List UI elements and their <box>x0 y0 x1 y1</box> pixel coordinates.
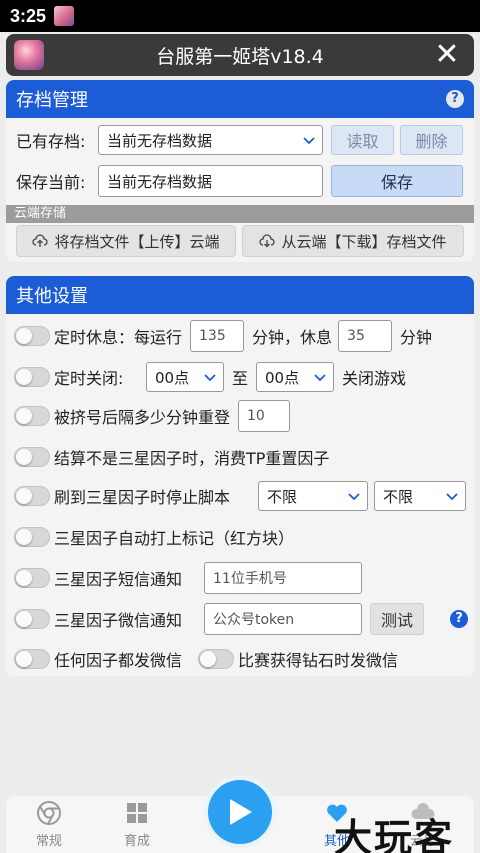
status-bar: 3:25 <box>0 0 480 32</box>
upload-cloud-label: 将存档文件【上传】云端 <box>54 232 220 251</box>
app-title: 台服第一姬塔v18.4 <box>156 45 324 68</box>
close-from-value: 00点 <box>155 368 190 387</box>
wechat-token-input[interactable]: 公众号token <box>204 603 362 635</box>
existing-archive-label: 已有存档: <box>16 132 86 151</box>
start-play-button[interactable] <box>208 780 272 844</box>
wechat-notify-toggle[interactable] <box>14 609 50 629</box>
stop-script-toggle[interactable] <box>14 486 50 506</box>
title-bar: 台服第一姬塔v18.4 ✕ <box>6 34 474 76</box>
other-settings-header: 其他设置 <box>6 276 474 314</box>
close-to-label: 至 <box>232 369 249 388</box>
chevron-down-icon <box>204 374 216 382</box>
sms-notify-label: 三星因子短信通知 <box>54 570 183 589</box>
sms-notify-row: 三星因子短信通知 11位手机号 <box>14 562 362 594</box>
phone-number-input[interactable]: 11位手机号 <box>204 562 362 594</box>
relogin-row: 被挤号后隔多少分钟重登 10 <box>14 400 291 432</box>
play-icon <box>230 799 252 825</box>
wechat-notify-label: 三星因子微信通知 <box>54 611 183 630</box>
save-name-input[interactable]: 当前无存档数据 <box>98 165 323 197</box>
delete-button[interactable]: 删除 <box>400 125 463 155</box>
diamond-toggle[interactable] <box>198 649 234 669</box>
cloud-upload-icon <box>32 234 49 247</box>
wechat-notify-row: 三星因子微信通知 公众号token 测试 ? <box>14 603 468 635</box>
timed-close-toggle[interactable] <box>14 367 50 387</box>
close-to-select[interactable]: 00点 <box>256 362 335 392</box>
test-button[interactable]: 测试 <box>370 603 424 635</box>
close-to-value: 00点 <box>265 368 300 387</box>
archive-header: 存档管理 ? <box>6 80 474 118</box>
existing-archive-value: 当前无存档数据 <box>107 131 213 150</box>
stop-option-1-select[interactable]: 不限 <box>258 481 368 511</box>
save-current-row: 保存当前: 当前无存档数据 保存 <box>16 165 463 197</box>
save-current-label: 保存当前: <box>16 173 86 192</box>
chevron-down-icon <box>446 493 458 501</box>
stop-script-row: 刷到三星因子时停止脚本 不限 不限 <box>14 481 466 511</box>
sms-notify-toggle[interactable] <box>14 568 50 588</box>
nav-label-training: 育成 <box>123 834 150 849</box>
app-window: 台服第一姬塔v18.4 ✕ 存档管理 ? 已有存档: 当前无存档数据 读取 删除… <box>0 32 480 853</box>
auto-mark-label: 三星因子自动打上标记（红方块） <box>54 529 295 548</box>
grid-icon <box>127 803 147 823</box>
nav-label-general: 常规 <box>35 834 62 849</box>
download-cloud-button[interactable]: 从云端【下载】存档文件 <box>242 225 464 257</box>
upload-cloud-button[interactable]: 将存档文件【上传】云端 <box>16 225 236 257</box>
existing-archive-row: 已有存档: 当前无存档数据 读取 删除 <box>16 125 463 155</box>
cloud-download-icon <box>259 234 276 248</box>
stop-option-2-select[interactable]: 不限 <box>374 481 466 511</box>
other-settings-title: 其他设置 <box>16 286 88 307</box>
auto-mark-toggle[interactable] <box>14 527 50 547</box>
app-avatar-icon <box>14 40 44 70</box>
stop-script-label: 刷到三星因子时停止脚本 <box>54 488 231 507</box>
read-button[interactable]: 读取 <box>331 125 394 155</box>
relogin-label: 被挤号后隔多少分钟重登 <box>54 408 231 427</box>
rest-label: 定时休息：每运行 <box>54 328 183 347</box>
archive-card: 存档管理 ? 已有存档: 当前无存档数据 读取 删除 保存当前: 当前无存档数据… <box>6 80 474 262</box>
existing-archive-select[interactable]: 当前无存档数据 <box>98 125 323 155</box>
reset-factor-row: 结算不是三星因子时，消费TP重置因子 <box>14 442 329 472</box>
close-icon[interactable]: ✕ <box>430 38 464 72</box>
timed-close-row: 定时关闭: 00点 至 00点 关闭游戏 <box>14 362 406 392</box>
relogin-minutes-input[interactable]: 10 <box>238 400 291 432</box>
other-settings-card: 其他设置 定时休息：每运行 135 分钟，休息 35 分钟 定时关闭: 00点 … <box>6 276 474 676</box>
notification-avatar-icon <box>54 6 75 26</box>
download-cloud-label: 从云端【下载】存档文件 <box>281 232 447 251</box>
timed-close-label: 定时关闭: <box>54 369 124 388</box>
relogin-toggle[interactable] <box>14 406 50 426</box>
archive-header-title: 存档管理 <box>16 90 88 111</box>
nav-item-training[interactable]: 育成 <box>102 800 172 849</box>
run-minutes-input[interactable]: 135 <box>190 320 245 352</box>
any-factor-toggle[interactable] <box>14 649 50 669</box>
diamond-label: 比赛获得钻石时发微信 <box>238 651 399 670</box>
close-suffix-label: 关闭游戏 <box>342 369 407 388</box>
status-time: 3:25 <box>10 5 47 26</box>
watermark-logo: 大玩客 <box>334 816 455 853</box>
cloud-storage-strip: 云端存储 <box>6 205 474 223</box>
chevron-down-icon <box>314 374 326 382</box>
reset-factor-label: 结算不是三星因子时，消费TP重置因子 <box>54 449 330 468</box>
chevron-down-icon <box>348 493 360 501</box>
rest-unit-label: 分钟 <box>400 328 433 347</box>
auto-mark-row: 三星因子自动打上标记（红方块） <box>14 522 294 552</box>
rest-toggle[interactable] <box>14 326 50 346</box>
rest-mid-label: 分钟，休息 <box>252 328 333 347</box>
nav-item-general[interactable]: 常规 <box>14 800 84 849</box>
rest-minutes-input[interactable]: 35 <box>338 320 393 352</box>
chevron-down-icon <box>303 137 315 145</box>
any-factor-label: 任何因子都发微信 <box>54 651 183 670</box>
save-button[interactable]: 保存 <box>331 165 463 197</box>
any-factor-row: 任何因子都发微信 比赛获得钻石时发微信 <box>14 644 398 674</box>
stop-option-2-value: 不限 <box>383 487 414 506</box>
reset-factor-toggle[interactable] <box>14 447 50 467</box>
wechat-help-icon[interactable]: ? <box>450 610 468 628</box>
chrome-icon <box>37 801 61 825</box>
stop-option-1-value: 不限 <box>267 487 298 506</box>
close-from-select[interactable]: 00点 <box>146 362 224 392</box>
archive-help-icon[interactable]: ? <box>446 90 464 108</box>
rest-row: 定时休息：每运行 135 分钟，休息 35 分钟 <box>14 320 432 352</box>
